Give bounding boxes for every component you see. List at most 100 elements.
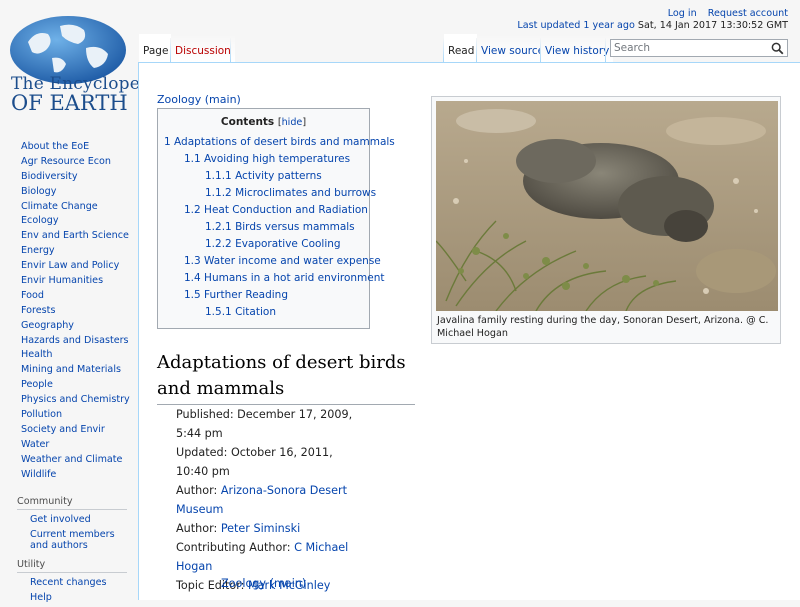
published-date: Published: December 17, 2009, 5:44 pm [176, 408, 353, 440]
table-of-contents: Contents [hide] 1 Adaptations of desert … [157, 108, 395, 329]
sidebar-utility-item[interactable]: Recent changes [30, 577, 130, 588]
tab-separator [230, 38, 231, 62]
toc-item-text[interactable]: Adaptations of desert birds and mammals [174, 136, 395, 148]
toc-item-text[interactable]: Avoiding high temperatures [204, 153, 350, 165]
sidebar-nav-item[interactable]: Weather and Climate [21, 453, 138, 468]
toc-item-number: 1.5 [184, 289, 201, 301]
toc-item-text[interactable]: Microclimates and burrows [235, 187, 376, 199]
sidebar-nav-item[interactable]: Society and Envir [21, 423, 138, 438]
sidebar-community-item[interactable]: Current members and authors [30, 529, 130, 551]
sidebar-nav-item[interactable]: Geography [21, 319, 138, 334]
toc-item[interactable]: 1.4 Humans in a hot arid environment [158, 270, 384, 287]
community-list: Get involved Current members and authors [30, 514, 138, 551]
tab-view-source[interactable]: View source [477, 34, 549, 62]
sidebar-nav-item[interactable]: Ecology [21, 214, 138, 229]
toc-item[interactable]: 1.5 Further Reading [158, 287, 369, 304]
last-updated: Last updated 1 year ago Sat, 14 Jan 2017… [517, 20, 788, 31]
logo-text-bottom: OF EARTH [11, 91, 128, 115]
personal-tools: Log in Request account [660, 8, 788, 19]
sidebar-nav-item[interactable]: About the EoE [21, 140, 138, 155]
toc-item[interactable]: 1.2.1 Birds versus mammals [158, 219, 369, 236]
toc-title: Contents [220, 116, 275, 128]
sidebar-nav: About the EoE Agr Resource Econ Biodiversi… [0, 140, 138, 482]
sidebar-utility-item[interactable]: Help [30, 592, 130, 603]
toc-item[interactable]: 1.2 Heat Conduction and Radiation [158, 202, 369, 219]
sidebar-nav-item[interactable]: Water [21, 438, 138, 453]
search-icon[interactable] [771, 42, 784, 55]
toc-item[interactable]: 1.1.1 Activity patterns [158, 168, 369, 185]
toc-item[interactable]: 1.3 Water income and water expense [158, 253, 381, 270]
sidebar-nav-item[interactable]: Envir Law and Policy [21, 259, 138, 274]
toc-item-text[interactable]: Evaporative Cooling [235, 238, 341, 250]
toc-item-text[interactable]: Citation [235, 306, 276, 318]
sidebar-nav-item[interactable]: Biology [21, 185, 138, 200]
section-heading: Adaptations of desert birds and mammals [157, 350, 415, 405]
toc-list: 1 Adaptations of desert birds and mammal… [158, 134, 395, 321]
sidebar-nav-item[interactable]: Agr Resource Econ [21, 155, 138, 170]
sidebar-nav-item[interactable]: Envir Humanities [21, 274, 138, 289]
last-updated-date: Sat, 14 Jan 2017 13:30:52 GMT [637, 20, 788, 31]
toc-item-number: 1.2.2 [205, 238, 232, 250]
tab-view-history[interactable]: View history [541, 34, 614, 62]
toc-item[interactable]: 1.1.2 Microclimates and burrows [158, 185, 376, 202]
toc-item[interactable]: 1.2.2 Evaporative Cooling [158, 236, 369, 253]
toc-item-number: 1.2.1 [205, 221, 232, 233]
last-updated-link[interactable]: Last updated 1 year ago [517, 20, 634, 31]
request-account-link[interactable]: Request account [708, 8, 788, 19]
sidebar-nav-item[interactable]: Wildlife [21, 468, 138, 483]
toc-item[interactable]: 1 Adaptations of desert birds and mammal… [158, 134, 395, 151]
search-input[interactable] [614, 41, 764, 55]
sidebar-nav-item[interactable]: Forests [21, 304, 138, 319]
image-caption: Javalina family resting during the day, … [437, 315, 769, 339]
toc-item-text[interactable]: Birds versus mammals [235, 221, 355, 233]
toc-item-text[interactable]: Heat Conduction and Radiation [204, 204, 368, 216]
sidebar: About the EoE Agr Resource Econ Biodiversi… [0, 140, 138, 607]
toc-item-text[interactable]: Humans in a hot arid environment [204, 272, 384, 284]
sidebar-nav-item[interactable]: Energy [21, 244, 138, 259]
author-label: Author: [176, 484, 218, 497]
toc-item-number: 1.4 [184, 272, 201, 284]
toc-item[interactable]: 1.5.1 Citation [158, 304, 369, 321]
sidebar-nav-item[interactable]: Env and Earth Science [21, 229, 138, 244]
zoology-link[interactable]: Zoology (main) [221, 577, 306, 590]
updated-date: Updated: October 16, 2011, 10:40 pm [176, 446, 333, 478]
sidebar-nav-item[interactable]: Health [21, 348, 138, 363]
sidebar-nav-item[interactable]: Pollution [21, 408, 138, 423]
toc-hide-link[interactable]: hide [282, 117, 303, 128]
tab-read[interactable]: Read [444, 34, 479, 62]
sidebar-nav-item[interactable]: Physics and Chemistry [21, 393, 138, 408]
javelina-photo[interactable] [436, 101, 778, 311]
site-logo[interactable]: The Encyclopedia OF EARTH [0, 0, 167, 118]
toc-item-number: 1.1.2 [205, 187, 232, 199]
sidebar-nav-item[interactable]: Food [21, 289, 138, 304]
login-link[interactable]: Log in [668, 8, 697, 19]
category-link[interactable]: Zoology (main) [157, 93, 241, 106]
sidebar-nav-item[interactable]: Mining and Materials [21, 363, 138, 378]
search-box [610, 39, 788, 57]
community-heading: Community [17, 496, 127, 511]
sidebar-nav-item[interactable]: Biodiversity [21, 170, 138, 185]
sidebar-nav-item[interactable]: Hazards and Disasters [21, 334, 138, 349]
toc-item-number: 1.1.1 [205, 170, 232, 182]
tab-page[interactable]: Page [139, 34, 173, 62]
author-label: Author: [176, 522, 218, 535]
contributing-author-label: Contributing Author: [176, 541, 291, 554]
toc-item-text[interactable]: Water income and water expense [204, 255, 381, 267]
toc-item-number: 1.5.1 [205, 306, 232, 318]
sidebar-nav-item[interactable]: Climate Change [21, 200, 138, 215]
toc-item-number: 1.1 [184, 153, 201, 165]
article-metadata: Published: December 17, 2009, 5:44 pm Up… [176, 405, 366, 595]
tab-discussion[interactable]: Discussion [171, 34, 235, 62]
image-thumbnail: Javalina family resting during the day, … [431, 96, 781, 344]
sidebar-nav-item[interactable]: People [21, 378, 138, 393]
utility-heading: Utility [17, 559, 127, 574]
author-link[interactable]: Peter Siminski [221, 522, 300, 535]
toc-item-number: 1.2 [184, 204, 201, 216]
toc-item-number: 1 [164, 136, 171, 148]
toc-item-number: 1.3 [184, 255, 201, 267]
tab-separator [605, 38, 606, 62]
toc-item-text[interactable]: Activity patterns [235, 170, 322, 182]
sidebar-community-item[interactable]: Get involved [30, 514, 130, 525]
toc-item-text[interactable]: Further Reading [204, 289, 288, 301]
toc-item[interactable]: 1.1 Avoiding high temperatures [158, 151, 369, 168]
